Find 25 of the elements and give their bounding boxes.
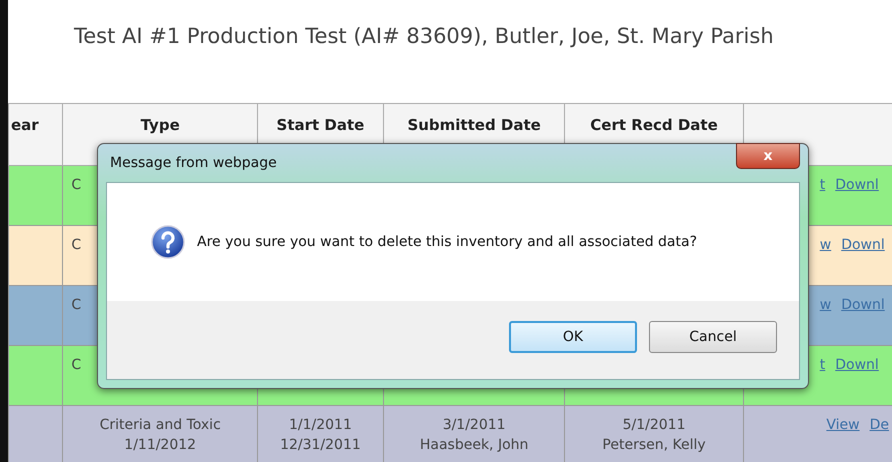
table-cell-text: C xyxy=(71,356,82,375)
table-cell-text: 3/1/2011 Haasbeek, John xyxy=(420,416,528,455)
table-link[interactable]: Downl xyxy=(841,297,885,313)
table-link[interactable]: View xyxy=(826,417,860,433)
ok-button[interactable]: OK xyxy=(509,321,637,353)
table-cell-text: C xyxy=(71,296,82,315)
table-link[interactable]: w xyxy=(820,297,832,313)
table-link[interactable]: Downl xyxy=(835,357,879,373)
table-cell-text: 1/1/2011 12/31/2011 xyxy=(280,416,361,455)
table-link[interactable]: De xyxy=(870,417,889,433)
table-cell-text: C xyxy=(71,176,82,195)
question-icon xyxy=(151,225,185,259)
close-button[interactable]: x xyxy=(736,143,800,169)
column-header: ear xyxy=(8,104,63,166)
page-title: Test AI #1 Production Test (AI# 83609), Butler, Joe, St. Mary Parish xyxy=(73,23,775,50)
table-link[interactable]: t xyxy=(820,357,826,373)
table-cell-text: C xyxy=(71,236,82,255)
dialog-message: Are you sure you want to delete this inventory and all associated data? xyxy=(197,232,697,252)
table-link[interactable]: w xyxy=(820,237,832,253)
table-cell-text: Criteria and Toxic 1/11/2012 xyxy=(100,416,221,455)
table-link[interactable]: t xyxy=(820,177,826,193)
table-link[interactable]: Downl xyxy=(841,237,885,253)
table-cell-text: 5/1/2011 Petersen, Kelly xyxy=(602,416,706,455)
table-link[interactable]: Downl xyxy=(835,177,879,193)
cancel-button[interactable]: Cancel xyxy=(649,321,777,353)
